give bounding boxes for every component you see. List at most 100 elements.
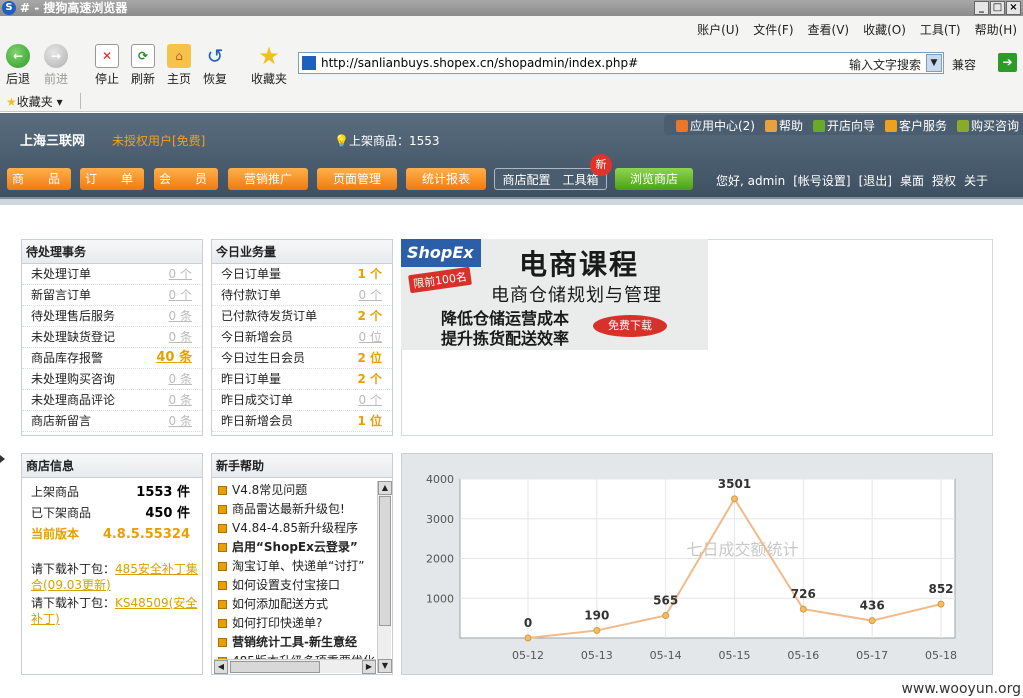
customer-service-link[interactable]: 客户服务 [884, 117, 947, 135]
nav-config-toolbox[interactable]: 商店配置 工具箱 [494, 168, 607, 190]
favorites-menu[interactable]: ★收藏夹 ▾ [6, 93, 63, 110]
nav-products[interactable]: 商 品 [7, 168, 71, 190]
address-url[interactable]: http://sanlianbuys.shopex.cn/shopadmin/i… [321, 56, 638, 70]
account-settings-link[interactable]: [帐号设置] [793, 172, 850, 189]
logout-link[interactable]: [退出] [859, 172, 892, 189]
list-item[interactable]: 待付款订单 0 个 [212, 285, 392, 306]
item-count[interactable]: 0 条 [169, 306, 192, 326]
item-label: 昨日成交订单 [221, 393, 294, 407]
help-list-item[interactable]: 如何添加配送方式 [214, 595, 376, 614]
desktop-link[interactable]: 桌面 [900, 172, 924, 189]
item-count[interactable]: 2 个 [357, 369, 382, 389]
item-count[interactable]: 0 条 [169, 369, 192, 389]
help-link[interactable]: 帮助 [764, 117, 803, 135]
help-list-item[interactable]: 如何设置支付宝接口 [214, 576, 376, 595]
item-count[interactable]: 0 个 [169, 285, 192, 305]
nav-reports[interactable]: 统计报表 [406, 168, 486, 190]
chevron-down-icon[interactable]: ▼ [926, 54, 942, 72]
item-count[interactable]: 1 位 [357, 411, 382, 431]
item-count[interactable]: 2 个 [357, 306, 382, 326]
list-item[interactable]: 昨日订单量 2 个 [212, 369, 392, 390]
menu-tools[interactable]: 工具(T) [920, 21, 961, 38]
nav-members[interactable]: 会 员 [154, 168, 218, 190]
list-item[interactable]: 已付款待发货订单 2 个 [212, 306, 392, 327]
list-item[interactable]: 昨日成交订单 0 个 [212, 390, 392, 411]
home-button[interactable]: ⌂ 主页 [167, 44, 191, 87]
stop-button[interactable]: ✕ 停止 [95, 44, 119, 87]
refresh-button[interactable]: ⟳ 刷新 [131, 44, 155, 87]
list-item[interactable]: 商品库存报警 40 条 [22, 348, 202, 369]
nav-orders[interactable]: 订 单 [80, 168, 144, 190]
list-item[interactable]: 待处理售后服务 0 条 [22, 306, 202, 327]
vertical-scrollbar[interactable]: ▲ ▼ [377, 481, 392, 673]
menu-help[interactable]: 帮助(H) [975, 21, 1017, 38]
purchase-consult-link[interactable]: 购买咨询 [956, 117, 1019, 135]
license-link[interactable]: 授权 [932, 172, 956, 189]
close-window-button[interactable]: × [1006, 1, 1021, 15]
menu-file[interactable]: 文件(F) [753, 21, 793, 38]
list-item[interactable]: 今日订单量 1 个 [212, 264, 392, 285]
list-item[interactable]: 商店新留言 0 条 [22, 411, 202, 432]
license-status-link[interactable]: 未授权用户[免费] [112, 132, 205, 149]
help-list-item[interactable]: 如何打印快递单? [214, 614, 376, 633]
setup-wizard-link[interactable]: 开店向导 [812, 117, 875, 135]
list-item[interactable]: 未处理商品评论 0 条 [22, 390, 202, 411]
chart-title: 七日成交额统计 [686, 540, 798, 559]
list-item[interactable]: 未处理订单 0 个 [22, 264, 202, 285]
scroll-left-icon[interactable]: ◀ [214, 660, 228, 674]
banner-line2: 提升拣货配送效率 [441, 329, 570, 348]
item-count[interactable]: 0 位 [359, 327, 382, 347]
browse-shop-button[interactable]: 浏览商店 [615, 168, 693, 190]
sidebar-toggle-icon[interactable] [0, 455, 5, 463]
help-item-label: 淘宝订单、快递单“讨打” [232, 559, 365, 573]
help-list-item[interactable]: 淘宝订单、快递单“讨打” [214, 557, 376, 576]
favorites-button[interactable]: ★ 收藏夹 [251, 44, 287, 87]
list-item[interactable]: 今日过生日会员 2 位 [212, 348, 392, 369]
address-bar[interactable]: http://sanlianbuys.shopex.cn/shopadmin/i… [298, 52, 944, 74]
maximize-button[interactable]: □ [990, 1, 1005, 15]
list-item[interactable]: 昨日新增会员 1 位 [212, 411, 392, 432]
panel-title: 新手帮助 [212, 454, 392, 478]
help-list-item[interactable]: 启用“ShopEx云登录” [214, 538, 376, 557]
nav-page-manage[interactable]: 页面管理 [317, 168, 397, 190]
restore-button[interactable]: ↺ 恢复 [203, 44, 227, 87]
help-list-item[interactable]: V4.8常见问题 [214, 481, 376, 500]
item-count[interactable]: 0 条 [169, 327, 192, 347]
help-list-item[interactable]: V4.84-4.85新升级程序 [214, 519, 376, 538]
hscroll-thumb[interactable] [230, 661, 320, 673]
forward-button[interactable]: → 前进 [44, 44, 68, 87]
horizontal-scrollbar[interactable]: ◀ ▶ [214, 659, 376, 674]
about-link[interactable]: 关于 [964, 172, 988, 189]
item-count[interactable]: 2 位 [357, 348, 382, 368]
scroll-down-icon[interactable]: ▼ [378, 659, 392, 673]
compat-mode-button[interactable]: 兼容 [952, 56, 976, 73]
list-item[interactable]: 今日新增会员 0 位 [212, 327, 392, 348]
item-count[interactable]: 0 条 [169, 390, 192, 410]
menu-favorites[interactable]: 收藏(O) [863, 21, 906, 38]
item-count[interactable]: 40 条 [156, 348, 192, 368]
minimize-button[interactable]: _ [974, 1, 989, 15]
item-count[interactable]: 0 个 [169, 264, 192, 284]
list-item[interactable]: 未处理购买咨询 0 条 [22, 369, 202, 390]
search-hint[interactable]: 输入文字搜索 [849, 56, 921, 73]
shop-info-panel: 商店信息 上架商品 1553 件 已下架商品 450 件 当前版本 4.8.5.553… [21, 453, 203, 675]
item-count[interactable]: 0 个 [359, 285, 382, 305]
scroll-up-icon[interactable]: ▲ [378, 481, 392, 495]
nav-marketing[interactable]: 营销推广 [228, 168, 308, 190]
menu-account[interactable]: 账户(U) [697, 21, 739, 38]
scroll-thumb[interactable] [379, 496, 391, 626]
item-count[interactable]: 0 条 [169, 411, 192, 431]
app-center-link[interactable]: 应用中心(2) [675, 117, 755, 135]
course-banner[interactable]: ShopEx 限前100名 电商课程 电商仓储规划与管理 降低仓储运营成本 提升… [401, 239, 708, 350]
help-list-item[interactable]: 商品雷达最新升级包! [214, 500, 376, 519]
menu-view[interactable]: 查看(V) [808, 21, 850, 38]
help-list-item[interactable]: 营销统计工具-新生意经 [214, 633, 376, 652]
free-download-button[interactable]: 免费下载 [593, 315, 667, 337]
list-item[interactable]: 新留言订单 0 个 [22, 285, 202, 306]
scroll-right-icon[interactable]: ▶ [362, 660, 376, 674]
back-button[interactable]: ← 后退 [6, 44, 30, 87]
go-arrow-icon[interactable]: ➔ [998, 53, 1017, 72]
list-item[interactable]: 未处理缺货登记 0 条 [22, 327, 202, 348]
item-count[interactable]: 0 个 [359, 390, 382, 410]
item-count[interactable]: 1 个 [357, 264, 382, 284]
